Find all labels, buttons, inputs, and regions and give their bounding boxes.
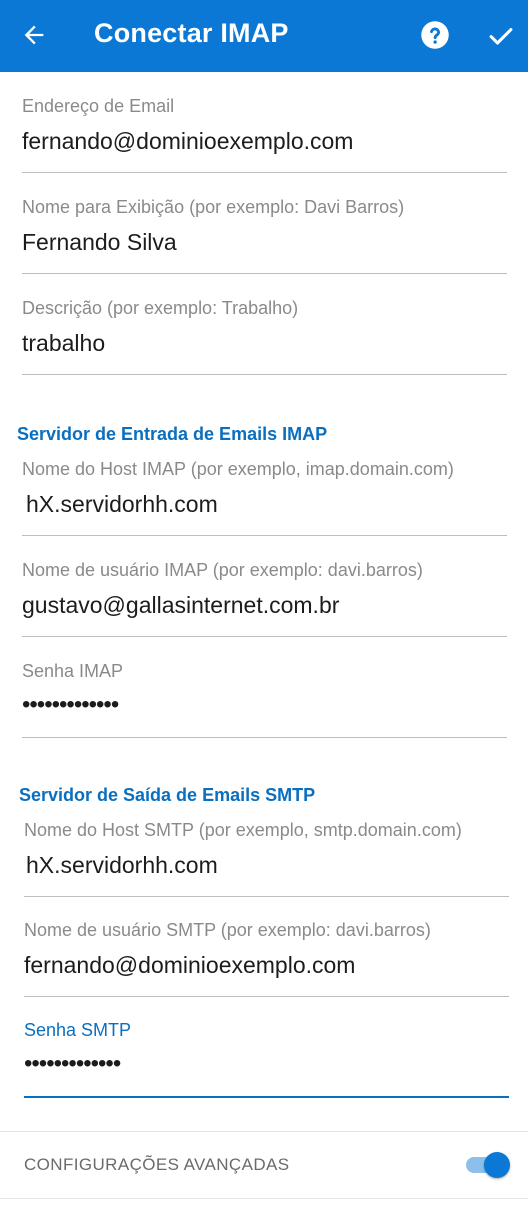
description-underline (22, 374, 507, 375)
help-circle-icon[interactable] (420, 20, 450, 50)
page-title: Conectar IMAP (94, 18, 289, 48)
imap-section-title: Servidor de Entrada de Emails IMAP (17, 424, 328, 444)
email-underline (22, 172, 507, 173)
display-name-label: Nome para Exibição (por exemplo: Davi Ba… (22, 197, 405, 217)
smtp-password-label: Senha SMTP (24, 1020, 132, 1040)
app-bar: Conectar IMAP (0, 0, 528, 72)
email-input[interactable]: fernando@dominioexemplo.com (22, 128, 353, 155)
imap-password-input[interactable]: ••••••••••••• (22, 691, 119, 719)
smtp-username-label: Nome de usuário SMTP (por exemplo: davi.… (24, 920, 431, 940)
imap-host-input[interactable]: hX.servidorhh.com (26, 491, 218, 518)
imap-host-label: Nome do Host IMAP (por exemplo, imap.dom… (22, 459, 454, 479)
description-input[interactable]: trabalho (22, 330, 105, 357)
arrow-left-icon[interactable] (20, 21, 48, 49)
smtp-host-input[interactable]: hX.servidorhh.com (26, 852, 218, 879)
smtp-password-underline (24, 1096, 509, 1098)
advanced-divider-bottom (0, 1198, 528, 1199)
display-name-underline (22, 273, 507, 274)
smtp-host-underline (24, 896, 509, 897)
email-label: Endereço de Email (22, 96, 175, 116)
description-label: Descrição (por exemplo: Trabalho) (22, 298, 299, 318)
toggle-knob (484, 1152, 510, 1178)
imap-username-label: Nome de usuário IMAP (por exemplo: davi.… (22, 560, 423, 580)
display-name-input[interactable]: Fernando Silva (22, 229, 177, 256)
check-icon[interactable] (486, 22, 516, 50)
imap-host-underline (22, 535, 507, 536)
smtp-username-input[interactable]: fernando@dominioexemplo.com (24, 952, 355, 979)
advanced-settings-label: CONFIGURAÇÕES AVANÇADAS (24, 1155, 290, 1174)
smtp-section-title: Servidor de Saída de Emails SMTP (19, 785, 316, 805)
imap-username-underline (22, 636, 507, 637)
imap-password-label: Senha IMAP (22, 661, 124, 681)
imap-username-input[interactable]: gustavo@gallasinternet.com.br (22, 592, 339, 619)
imap-password-underline (22, 737, 507, 738)
advanced-settings-toggle[interactable] (466, 1151, 510, 1179)
advanced-divider-top (0, 1131, 528, 1132)
smtp-username-underline (24, 996, 509, 997)
smtp-host-label: Nome do Host SMTP (por exemplo, smtp.dom… (24, 820, 462, 840)
smtp-password-input[interactable]: ••••••••••••• (24, 1050, 121, 1078)
